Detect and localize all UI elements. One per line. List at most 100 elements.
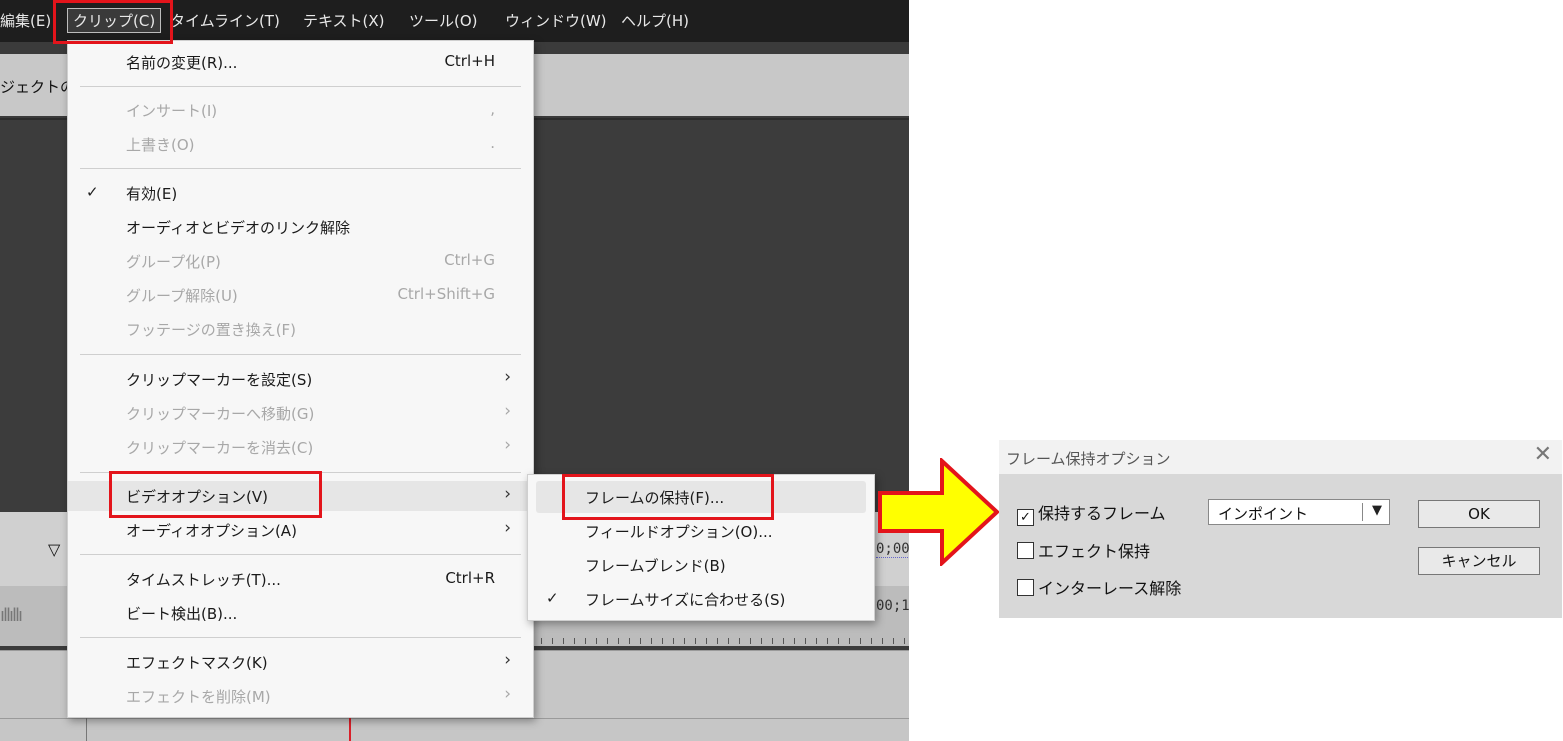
menu-item-label: エフェクトマスク(K) xyxy=(126,654,268,672)
menu-item-delete-effects[interactable]: エフェクトを削除(M) › xyxy=(68,681,533,711)
menu-clip[interactable]: クリップ(C) xyxy=(67,8,162,33)
menu-item-group[interactable]: グループ化(P) Ctrl+G xyxy=(68,246,533,276)
deinterlace-checkbox[interactable]: インターレース解除 xyxy=(1017,575,1181,599)
menu-item-time-stretch[interactable]: タイムストレッチ(T)... Ctrl+R xyxy=(68,564,533,594)
menu-item-label: ビート検出(B)... xyxy=(126,605,238,623)
submenu-item-label: フレームブレンド(B) xyxy=(585,557,726,575)
chevron-right-icon: › xyxy=(504,435,511,455)
yellow-arrow-icon xyxy=(878,458,1000,566)
close-icon[interactable]: ✕ xyxy=(1534,442,1552,467)
menu-item-ungroup[interactable]: グループ解除(U) Ctrl+Shift+G xyxy=(68,280,533,310)
submenu-item-label: フレームサイズに合わせる(S) xyxy=(585,591,786,609)
submenu-item-scale-to-frame[interactable]: ✓ フレームサイズに合わせる(S) xyxy=(528,583,874,615)
deinterlace-label: インターレース解除 xyxy=(1038,579,1182,598)
menu-separator xyxy=(80,472,521,473)
submenu-item-frame-blend[interactable]: フレームブレンド(B) xyxy=(528,549,874,581)
chevron-right-icon: › xyxy=(504,684,511,704)
menu-item-label: ビデオオプション(V) xyxy=(126,488,268,506)
chevron-right-icon: › xyxy=(504,518,511,538)
track-header-divider xyxy=(86,718,87,741)
menu-item-label: クリップマーカーを設定(S) xyxy=(126,371,313,389)
time-ruler[interactable] xyxy=(530,630,909,646)
hold-effects-checkbox[interactable]: エフェクト保持 xyxy=(1017,538,1150,562)
menu-item-label: オーディオとビデオのリンク解除 xyxy=(126,219,350,237)
chevron-right-icon: › xyxy=(504,401,511,421)
video-options-submenu: フレームの保持(F)... フィールドオプション(O)... フレームブレンド(… xyxy=(527,474,875,621)
chevron-right-icon: › xyxy=(504,484,511,504)
menu-item-label: 名前の変更(R)... xyxy=(126,54,238,72)
menu-item-label: 上書き(O) xyxy=(126,136,195,154)
dropdown-divider xyxy=(1362,503,1363,521)
menu-item-label: グループ解除(U) xyxy=(126,287,238,305)
menu-item-goto-clip-marker[interactable]: クリップマーカーへ移動(G) › xyxy=(68,398,533,428)
menu-separator xyxy=(80,637,521,638)
track-divider xyxy=(0,718,909,719)
hold-effects-label: エフェクト保持 xyxy=(1038,542,1151,561)
hold-frame-label: 保持するフレーム xyxy=(1038,504,1166,523)
menu-item-insert[interactable]: インサート(I) , xyxy=(68,95,533,125)
dialog-title: フレーム保持オプション xyxy=(1006,450,1171,468)
menu-tools[interactable]: ツール(O) xyxy=(409,10,478,31)
submenu-item-label: フレームの保持(F)... xyxy=(585,489,725,507)
waveform-icon: ıllıllı xyxy=(0,605,23,626)
menu-item-unlink[interactable]: オーディオとビデオのリンク解除 xyxy=(68,212,533,242)
project-tab-label[interactable]: ジェクトの xyxy=(0,76,75,97)
menu-edit[interactable]: 編集(E) xyxy=(0,10,51,31)
menu-item-shortcut: Ctrl+R xyxy=(445,569,495,587)
submenu-item-label: フィールドオプション(O)... xyxy=(585,523,773,541)
menu-item-enable[interactable]: ✓ 有効(E) xyxy=(68,178,533,208)
checkbox-unchecked-icon xyxy=(1017,542,1034,559)
hold-frame-checkbox[interactable]: ✓ 保持するフレーム xyxy=(1017,500,1166,526)
menu-bar: 編集(E) クリップ(C) タイムライン(T) テキスト(X) ツール(O) ウ… xyxy=(0,0,909,42)
menu-item-shortcut: , xyxy=(490,100,495,118)
menu-timeline[interactable]: タイムライン(T) xyxy=(170,10,280,31)
hold-frame-value: インポイント xyxy=(1218,505,1309,523)
menu-separator xyxy=(80,86,521,87)
clip-dropdown-menu: 名前の変更(R)... Ctrl+H インサート(I) , 上書き(O) . ✓… xyxy=(67,40,534,718)
chevron-right-icon: › xyxy=(504,650,511,670)
menu-item-label: 有効(E) xyxy=(126,185,178,203)
menu-item-label: クリップマーカーへ移動(G) xyxy=(126,405,315,423)
menu-text[interactable]: テキスト(X) xyxy=(303,10,385,31)
dialog-title-bar: フレーム保持オプション ✕ xyxy=(999,440,1562,474)
menu-item-label: インサート(I) xyxy=(126,102,218,120)
menu-item-effect-mask[interactable]: エフェクトマスク(K) › xyxy=(68,647,533,677)
menu-item-shortcut: . xyxy=(490,134,495,152)
menu-separator xyxy=(80,168,521,169)
menu-item-label: グループ化(P) xyxy=(126,253,221,271)
menu-item-replace-footage[interactable]: フッテージの置き換え(F) xyxy=(68,314,533,344)
menu-item-label: オーディオオプション(A) xyxy=(126,522,297,540)
menu-item-shortcut: Ctrl+Shift+G xyxy=(397,285,495,303)
hold-frame-select[interactable]: インポイント ▼ xyxy=(1208,499,1390,525)
submenu-item-field-options[interactable]: フィールドオプション(O)... xyxy=(528,515,874,547)
submenu-item-frame-hold[interactable]: フレームの保持(F)... xyxy=(536,481,866,513)
menu-window[interactable]: ウィンドウ(W) xyxy=(505,10,607,31)
menu-item-shortcut: Ctrl+G xyxy=(444,251,495,269)
cancel-button[interactable]: キャンセル xyxy=(1418,547,1540,575)
menu-item-label: フッテージの置き換え(F) xyxy=(126,321,297,339)
ok-button[interactable]: OK xyxy=(1418,500,1540,528)
menu-item-label: クリップマーカーを消去(C) xyxy=(126,439,314,457)
marker-triangle-icon[interactable]: ▽ xyxy=(48,540,60,559)
checkbox-unchecked-icon xyxy=(1017,579,1034,596)
check-icon: ✓ xyxy=(546,589,559,607)
menu-item-video-options[interactable]: ビデオオプション(V) › xyxy=(68,481,533,511)
menu-separator xyxy=(80,354,521,355)
menu-item-overwrite[interactable]: 上書き(O) . xyxy=(68,129,533,159)
menu-help[interactable]: ヘルプ(H) xyxy=(621,10,689,31)
menu-item-set-clip-marker[interactable]: クリップマーカーを設定(S) › xyxy=(68,364,533,394)
checkbox-checked-icon: ✓ xyxy=(1017,509,1034,526)
menu-item-audio-options[interactable]: オーディオオプション(A) › xyxy=(68,515,533,545)
menu-separator xyxy=(80,554,521,555)
menu-item-rename[interactable]: 名前の変更(R)... Ctrl+H xyxy=(68,47,533,77)
check-icon: ✓ xyxy=(86,183,99,201)
menu-item-shortcut: Ctrl+H xyxy=(444,52,495,70)
menu-item-clear-clip-marker[interactable]: クリップマーカーを消去(C) › xyxy=(68,432,533,462)
menu-item-label: エフェクトを削除(M) xyxy=(126,688,271,706)
chevron-right-icon: › xyxy=(504,367,511,387)
triangle-down-icon: ▼ xyxy=(1372,503,1382,518)
timecode-ruler-label: 00;1 xyxy=(876,598,909,614)
menu-item-label: タイムストレッチ(T)... xyxy=(126,571,281,589)
menu-item-beat-detect[interactable]: ビート検出(B)... xyxy=(68,598,533,628)
frame-hold-dialog: フレーム保持オプション ✕ ✓ 保持するフレーム インポイント ▼ エフェクト保持… xyxy=(999,440,1562,618)
